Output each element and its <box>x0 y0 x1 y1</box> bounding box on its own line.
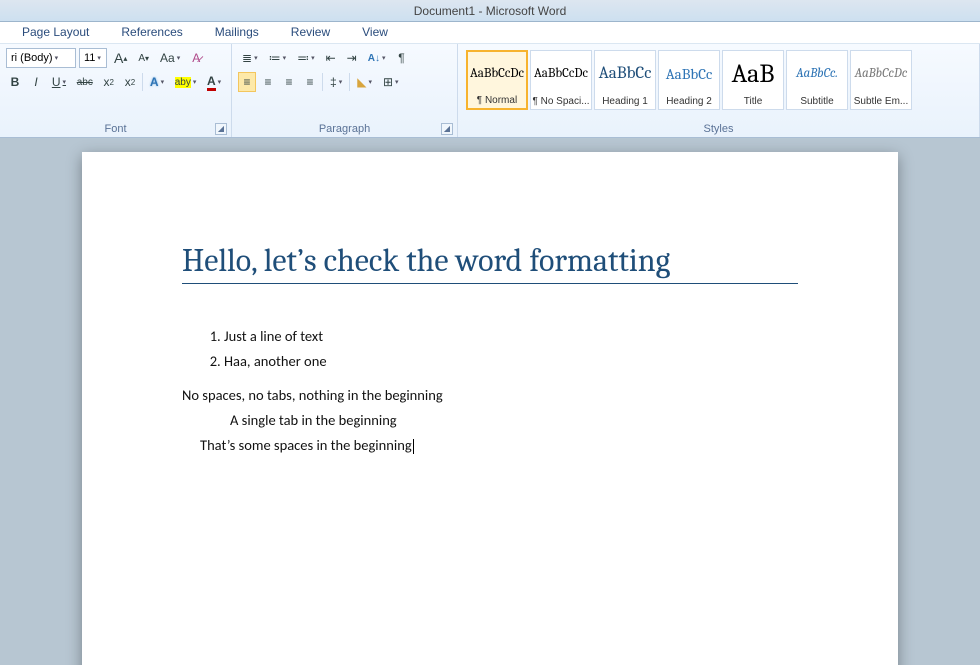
tab-references[interactable]: References <box>105 22 198 43</box>
text-effects-button[interactable]: A <box>146 72 168 92</box>
align-right-button[interactable]: ≡ <box>280 72 298 92</box>
list-item[interactable]: Haa, another one <box>224 349 798 374</box>
bullets-button[interactable]: ≣ <box>238 48 262 68</box>
multilevel-icon: ≕ <box>297 51 309 65</box>
show-marks-button[interactable]: ¶ <box>392 48 410 68</box>
paragraph-spaced[interactable]: That’s some spaces in the beginning <box>200 433 798 458</box>
style-card-subtle-em-[interactable]: AaBbCcDcSubtle Em... <box>850 50 912 110</box>
indent-icon: ⇥ <box>347 51 357 65</box>
group-styles: AaBbCcDc¶ NormalAaBbCcDc¶ No Spaci...AaB… <box>458 44 980 137</box>
numbering-icon: ≔ <box>269 51 281 65</box>
highlight-button[interactable]: aby <box>171 72 200 92</box>
style-card--no-spaci-[interactable]: AaBbCcDc¶ No Spaci... <box>530 50 592 110</box>
style-card--normal[interactable]: AaBbCcDc¶ Normal <box>466 50 528 110</box>
styles-gallery[interactable]: AaBbCcDc¶ NormalAaBbCcDc¶ No Spaci...AaB… <box>464 48 973 112</box>
numbered-list[interactable]: Just a line of text Haa, another one <box>224 324 798 373</box>
change-case-button[interactable]: Aa <box>156 48 184 68</box>
tab-review[interactable]: Review <box>275 22 346 43</box>
tab-page-layout[interactable]: Page Layout <box>6 22 105 43</box>
grow-font-button[interactable]: A▴ <box>110 48 131 68</box>
borders-icon: ⊞ <box>383 75 393 89</box>
align-center-icon: ≡ <box>264 75 271 89</box>
bold-button[interactable]: B <box>6 72 24 92</box>
style-card-subtitle[interactable]: AaBbCc.Subtitle <box>786 50 848 110</box>
outdent-icon: ⇤ <box>326 51 336 65</box>
numbering-button[interactable]: ≔ <box>265 48 291 68</box>
style-label: Subtitle <box>787 96 847 109</box>
paragraph-dialog-launcher[interactable]: ◢ <box>441 123 453 135</box>
font-dialog-launcher[interactable]: ◢ <box>215 123 227 135</box>
style-sample: AaBbCc <box>659 51 719 96</box>
increase-indent-button[interactable]: ⇥ <box>343 48 361 68</box>
paragraph-tabbed[interactable]: A single tab in the beginning <box>230 408 798 433</box>
style-sample: AaBbCcDc <box>468 52 526 95</box>
clear-format-button[interactable]: A̷ <box>187 48 205 68</box>
style-card-title[interactable]: AaBTitle <box>722 50 784 110</box>
ribbon: ri (Body) 11 A▴ A▾ Aa A̷ B I U abc x2 x2… <box>0 44 980 138</box>
group-font-label: Font <box>0 123 231 135</box>
style-label: ¶ Normal <box>468 95 526 108</box>
document-body[interactable]: Just a line of text Haa, another one No … <box>182 324 798 457</box>
paragraph-plain[interactable]: No spaces, no tabs, nothing in the begin… <box>182 383 798 408</box>
bullets-icon: ≣ <box>242 51 252 65</box>
tab-mailings[interactable]: Mailings <box>199 22 275 43</box>
page[interactable]: Hello, let’s check the word formatting J… <box>82 152 898 665</box>
ribbon-tabs: Page Layout References Mailings Review V… <box>0 22 980 44</box>
superscript-button[interactable]: x2 <box>121 72 139 92</box>
style-sample: AaB <box>723 51 783 96</box>
font-size-value: 11 <box>84 52 95 64</box>
document-canvas[interactable]: Hello, let’s check the word formatting J… <box>0 138 980 665</box>
align-right-icon: ≡ <box>285 75 292 89</box>
font-name-value: ri (Body) <box>11 52 53 64</box>
style-sample: AaBbCc. <box>787 51 847 96</box>
subscript-button[interactable]: x2 <box>100 72 118 92</box>
italic-button[interactable]: I <box>27 72 45 92</box>
style-sample: AaBbCc <box>595 51 655 96</box>
align-left-button[interactable]: ≡ <box>238 72 256 92</box>
group-paragraph: ≣ ≔ ≕ ⇤ ⇥ A↓ ¶ ≡ ≡ ≡ ≡ ‡ ◣ ⊞ Paragraph ◢ <box>232 44 458 137</box>
list-item[interactable]: Just a line of text <box>224 324 798 349</box>
window-title: Document1 - Microsoft Word <box>0 0 980 22</box>
decrease-indent-button[interactable]: ⇤ <box>322 48 340 68</box>
style-sample: AaBbCcDc <box>851 51 911 96</box>
shading-button[interactable]: ◣ <box>353 72 376 92</box>
font-name-combo[interactable]: ri (Body) <box>6 48 76 68</box>
font-color-button[interactable]: A <box>203 72 225 92</box>
align-left-icon: ≡ <box>243 75 250 89</box>
style-sample: AaBbCcDc <box>531 51 591 96</box>
style-label: Title <box>723 96 783 109</box>
sort-button[interactable]: A↓ <box>364 48 390 68</box>
align-center-button[interactable]: ≡ <box>259 72 277 92</box>
group-font: ri (Body) 11 A▴ A▾ Aa A̷ B I U abc x2 x2… <box>0 44 232 137</box>
group-paragraph-label: Paragraph <box>232 123 457 135</box>
document-heading[interactable]: Hello, let’s check the word formatting <box>182 242 798 284</box>
font-size-combo[interactable]: 11 <box>79 48 107 68</box>
line-spacing-button[interactable]: ‡ <box>326 72 346 92</box>
group-styles-label: Styles <box>458 123 979 135</box>
style-label: Heading 2 <box>659 96 719 109</box>
sort-icon: A↓ <box>368 53 380 64</box>
line-spacing-icon: ‡ <box>330 75 337 89</box>
style-label: Subtle Em... <box>851 96 911 109</box>
tab-view[interactable]: View <box>346 22 404 43</box>
shrink-font-button[interactable]: A▾ <box>134 48 153 68</box>
style-card-heading-1[interactable]: AaBbCcHeading 1 <box>594 50 656 110</box>
borders-button[interactable]: ⊞ <box>379 72 403 92</box>
style-card-heading-2[interactable]: AaBbCcHeading 2 <box>658 50 720 110</box>
style-label: ¶ No Spaci... <box>531 96 591 109</box>
eraser-icon: A̷ <box>192 51 200 65</box>
underline-button[interactable]: U <box>48 72 70 92</box>
justify-icon: ≡ <box>306 75 313 89</box>
style-label: Heading 1 <box>595 96 655 109</box>
justify-button[interactable]: ≡ <box>301 72 319 92</box>
paint-bucket-icon: ◣ <box>357 75 366 89</box>
multilevel-button[interactable]: ≕ <box>293 48 319 68</box>
strike-button[interactable]: abc <box>73 72 97 92</box>
